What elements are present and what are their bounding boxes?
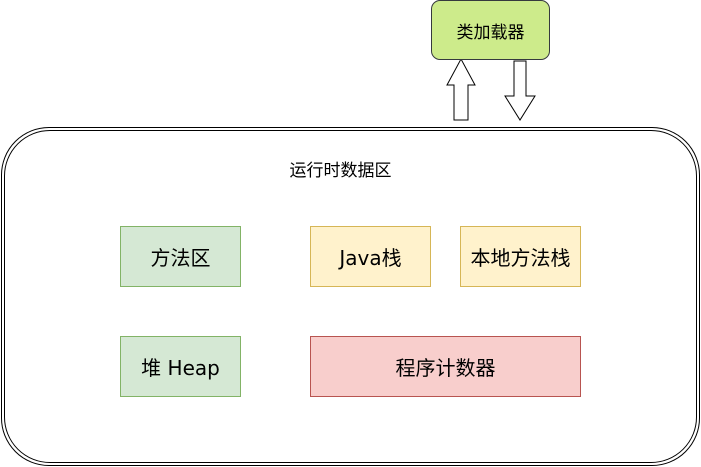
native-method-stack-box: 本地方法栈 bbox=[460, 226, 581, 287]
heap-label: 堆 Heap bbox=[141, 356, 220, 380]
class-loader-box: 类加载器 bbox=[431, 0, 550, 60]
program-counter-box: 程序计数器 bbox=[310, 336, 581, 397]
program-counter-label: 程序计数器 bbox=[395, 356, 496, 380]
method-area-box: 方法区 bbox=[120, 226, 241, 287]
jvm-diagram: 类加载器 运行时数据区 方法区 Java栈 本地方法栈 堆 Heap 程序计数器 bbox=[0, 0, 701, 467]
heap-box: 堆 Heap bbox=[120, 336, 241, 397]
runtime-data-area-title: 运行时数据区 bbox=[289, 161, 392, 181]
method-area-label: 方法区 bbox=[150, 246, 211, 270]
class-loader-label: 类加载器 bbox=[456, 22, 525, 43]
down-arrow bbox=[504, 60, 536, 121]
java-stack-label: Java栈 bbox=[339, 246, 402, 270]
native-method-stack-label: 本地方法栈 bbox=[470, 246, 571, 270]
up-arrow bbox=[446, 57, 476, 121]
java-stack-box: Java栈 bbox=[310, 226, 431, 287]
